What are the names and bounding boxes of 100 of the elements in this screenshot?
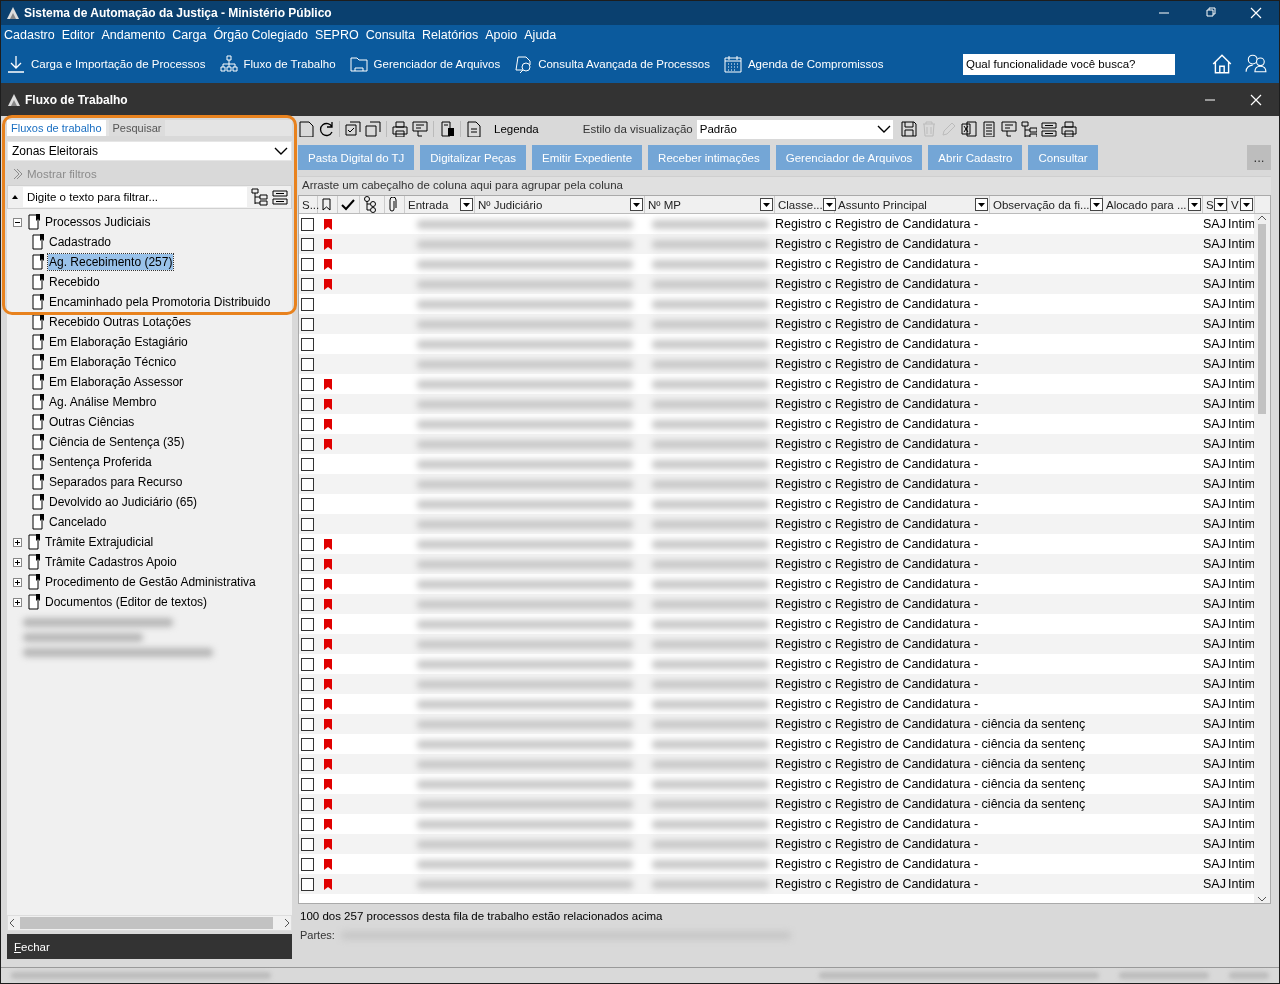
dropdown-icon[interactable] xyxy=(1089,198,1103,211)
search-field[interactable]: Qual funcionalidade você busca? xyxy=(963,53,1175,75)
checkbox[interactable] xyxy=(301,437,314,451)
tree-item[interactable]: Ciência de Sentença (35) xyxy=(48,434,186,450)
table-row[interactable]: Registro c Registro de Candidatura - SAJ Intim xyxy=(299,354,1254,374)
checkbox[interactable] xyxy=(301,757,314,771)
checkbox[interactable] xyxy=(301,597,314,611)
tree-item[interactable]: Outras Ciências xyxy=(48,414,136,430)
menu-item[interactable]: Apoio xyxy=(485,28,523,42)
monitor-icon[interactable] xyxy=(412,121,428,137)
table-row[interactable]: Registro c Registro de Candidatura - SAJ Intim xyxy=(299,854,1254,874)
table-row[interactable]: Registro c Registro de Candidatura - SAJ Intim xyxy=(299,674,1254,694)
printer-icon[interactable] xyxy=(392,121,408,137)
tree-item[interactable]: Em Elaboração Estagiário xyxy=(48,334,189,350)
checkbox[interactable] xyxy=(301,537,314,551)
collapse-icon[interactable] xyxy=(1040,121,1057,137)
tree-item[interactable]: Cancelado xyxy=(48,514,108,530)
checkbox[interactable] xyxy=(301,577,314,591)
close-button[interactable]: Fechar xyxy=(7,934,292,959)
table-row[interactable]: Registro c Registro de Candidatura - SAJ Intim xyxy=(299,474,1254,494)
checkbox[interactable] xyxy=(301,797,314,811)
toolbar-button[interactable]: Carga e Importação de Processos xyxy=(7,54,206,74)
table-row[interactable]: Registro c Registro de Candidatura - SAJ Intim xyxy=(299,634,1254,654)
table-row[interactable]: Registro c Registro de Candidatura - SAJ Intim xyxy=(299,294,1254,314)
menu-item[interactable]: Carga xyxy=(172,28,212,42)
dropdown-icon[interactable] xyxy=(822,198,836,211)
dropdown-icon[interactable] xyxy=(760,198,773,211)
checkbox[interactable] xyxy=(301,777,314,791)
checkbox[interactable] xyxy=(301,257,314,271)
tree-item[interactable]: Ag. Análise Membro xyxy=(48,394,158,410)
table-row[interactable]: Registro c Registro de Candidatura - SAJ Intim xyxy=(299,694,1254,714)
table-row[interactable]: Registro c Registro de Candidatura - SAJ Intim xyxy=(299,334,1254,354)
windows-icon[interactable] xyxy=(365,121,381,137)
view-style-dropdown[interactable]: Padrão xyxy=(696,119,893,139)
table-row[interactable]: Registro c Registro de Candidatura - SAJ Intim xyxy=(299,414,1254,434)
checkbox[interactable] xyxy=(301,697,314,711)
checkbox[interactable] xyxy=(301,497,314,511)
tree-icon[interactable] xyxy=(1020,121,1037,137)
tree-item[interactable]: Em Elaboração Técnico xyxy=(48,354,178,370)
checkbox[interactable] xyxy=(301,457,314,471)
checkbox[interactable] xyxy=(301,557,314,571)
table-row[interactable]: Registro c Registro de Candidatura - SAJ Intim xyxy=(299,234,1254,254)
table-row[interactable]: Registro c Registro de Candidatura - SAJ Intim xyxy=(299,514,1254,534)
menu-item[interactable]: Ajuda xyxy=(524,28,562,42)
tree-item[interactable]: Processos Judiciais xyxy=(44,214,152,230)
column-header[interactable]: Classe... xyxy=(775,196,835,213)
tree-item[interactable]: Ag. Recebimento (257) xyxy=(48,254,174,270)
tree-item[interactable]: Procedimento de Gestão Administrativa xyxy=(44,574,257,590)
table-row[interactable]: Registro c Registro de Candidatura - SAJ Intim xyxy=(299,534,1254,554)
tree-item[interactable]: Cadastrado xyxy=(48,234,113,250)
tree-item[interactable]: Sentença Proferida xyxy=(48,454,153,470)
checkbox[interactable] xyxy=(301,357,314,371)
table-row[interactable]: Registro c Registro de Candidatura - ciência da sentenç SAJ Intim xyxy=(299,714,1254,734)
expand-icon[interactable] xyxy=(13,577,22,587)
table-row[interactable]: Registro c Registro de Candidatura - SAJ Intim xyxy=(299,814,1254,834)
tab[interactable]: Fluxos de trabalho xyxy=(7,120,106,136)
vertical-scrollbar[interactable] xyxy=(1254,214,1270,903)
checkbox[interactable] xyxy=(301,277,314,291)
checkbox[interactable] xyxy=(301,317,314,331)
scrollbar-thumb[interactable] xyxy=(1258,224,1266,414)
document-icon[interactable] xyxy=(466,121,482,137)
table-row[interactable]: Registro c Registro de Candidatura - ciência da sentenç SAJ Intim xyxy=(299,794,1254,814)
tree-item[interactable]: Separados para Recurso xyxy=(48,474,184,490)
column-header[interactable]: S... xyxy=(299,196,318,213)
checkbox[interactable] xyxy=(301,237,314,251)
tree-item[interactable]: Encaminhado pela Promotoria Distribuido xyxy=(48,294,272,310)
checkbox[interactable] xyxy=(301,217,314,231)
refresh-icon[interactable] xyxy=(318,121,334,137)
toolbar-button[interactable]: Agenda de Compromissos xyxy=(723,54,884,74)
more-button[interactable]: ... xyxy=(1247,145,1271,170)
workflow-dropdown[interactable]: Zonas Eleitorais xyxy=(7,141,292,161)
column-header[interactable]: Alocado para ... xyxy=(1103,196,1203,213)
table-row[interactable]: Registro c Registro de Candidatura - SAJ Intim xyxy=(299,214,1254,234)
table-row[interactable]: Registro c Registro de Candidatura - SAJ Intim xyxy=(299,574,1254,594)
checkbox[interactable] xyxy=(301,477,314,491)
menu-item[interactable]: Consulta xyxy=(365,28,420,42)
checkbox[interactable] xyxy=(301,297,314,311)
checkbox[interactable] xyxy=(301,817,314,831)
tree-item[interactable]: Trâmite Cadastros Apoio xyxy=(44,554,178,570)
expand-icon[interactable] xyxy=(13,537,22,547)
printer-icon[interactable] xyxy=(1060,121,1077,137)
table-row[interactable]: Registro c Registro de Candidatura - SAJ Intim xyxy=(299,554,1254,574)
column-header[interactable]: S xyxy=(1203,196,1228,213)
legend-label[interactable]: Legenda xyxy=(494,123,539,135)
dropdown-icon[interactable] xyxy=(1213,198,1227,211)
table-row[interactable]: Registro c Registro de Candidatura - SAJ Intim xyxy=(299,454,1254,474)
checkbox[interactable] xyxy=(301,637,314,651)
table-row[interactable]: Registro c Registro de Candidatura - ciência da sentenç SAJ Intim xyxy=(299,734,1254,754)
checkbox[interactable] xyxy=(301,517,314,531)
checkbox[interactable] xyxy=(301,337,314,351)
table-row[interactable]: Registro c Registro de Candidatura - ciência da sentenç SAJ Intim xyxy=(299,754,1254,774)
table-row[interactable]: Registro c Registro de Candidatura - SAJ Intim xyxy=(299,374,1254,394)
expand-icon[interactable] xyxy=(13,597,22,607)
table-row[interactable]: Registro c Registro de Candidatura - SAJ Intim xyxy=(299,254,1254,274)
checkbox[interactable] xyxy=(301,857,314,871)
checkbox[interactable] xyxy=(301,417,314,431)
dropdown-icon[interactable] xyxy=(1240,198,1253,211)
menu-item[interactable]: Andamento xyxy=(101,28,171,42)
tree-item[interactable]: Recebido Outras Lotações xyxy=(48,314,193,330)
checkbox[interactable] xyxy=(301,717,314,731)
